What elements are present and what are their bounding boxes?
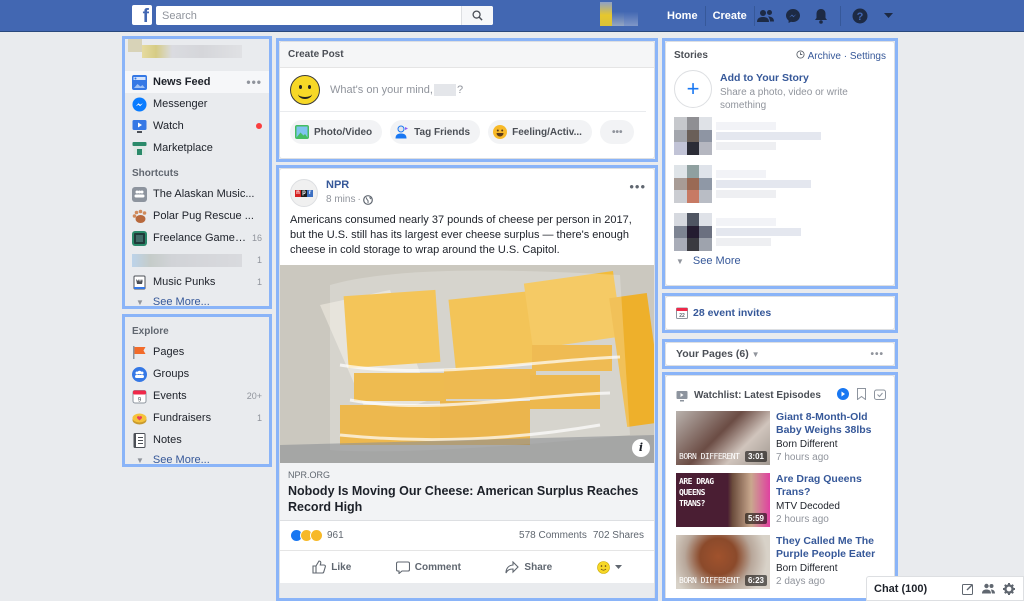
search-button[interactable]: [461, 6, 493, 25]
search-icon: [472, 10, 483, 21]
chat-label: Chat (100): [874, 582, 928, 595]
search-box: [156, 6, 493, 25]
create-link[interactable]: Create: [706, 6, 755, 26]
highlight-create-post: [276, 38, 658, 162]
divider: [840, 6, 841, 26]
new-message-icon[interactable]: [962, 583, 974, 595]
help-icon[interactable]: ?: [851, 7, 869, 25]
highlight-explore: [122, 314, 272, 467]
group-chat-icon[interactable]: [982, 583, 995, 594]
highlight-stories: [662, 38, 898, 289]
svg-text:?: ?: [857, 11, 864, 23]
highlight-pages: [662, 339, 898, 369]
profile-link[interactable]: [600, 2, 654, 26]
highlight-watchlist: [662, 372, 898, 601]
highlight-left-nav: [122, 36, 272, 309]
search-input[interactable]: [156, 7, 461, 24]
chat-bar[interactable]: Chat (100): [866, 576, 1024, 601]
gear-icon[interactable]: [1003, 582, 1015, 595]
home-link[interactable]: Home: [660, 6, 706, 26]
messenger-icon[interactable]: [784, 7, 802, 25]
facebook-logo[interactable]: f: [132, 5, 152, 25]
friends-icon[interactable]: [756, 7, 774, 25]
top-navigation-bar: f Home Create ?: [0, 0, 1024, 32]
account-menu-icon[interactable]: [879, 7, 897, 25]
highlight-events: [662, 293, 898, 333]
nav-links: Home Create: [660, 0, 755, 32]
highlight-post: [276, 165, 658, 601]
notifications-icon[interactable]: [812, 7, 830, 25]
nav-icons: ?: [756, 0, 897, 32]
